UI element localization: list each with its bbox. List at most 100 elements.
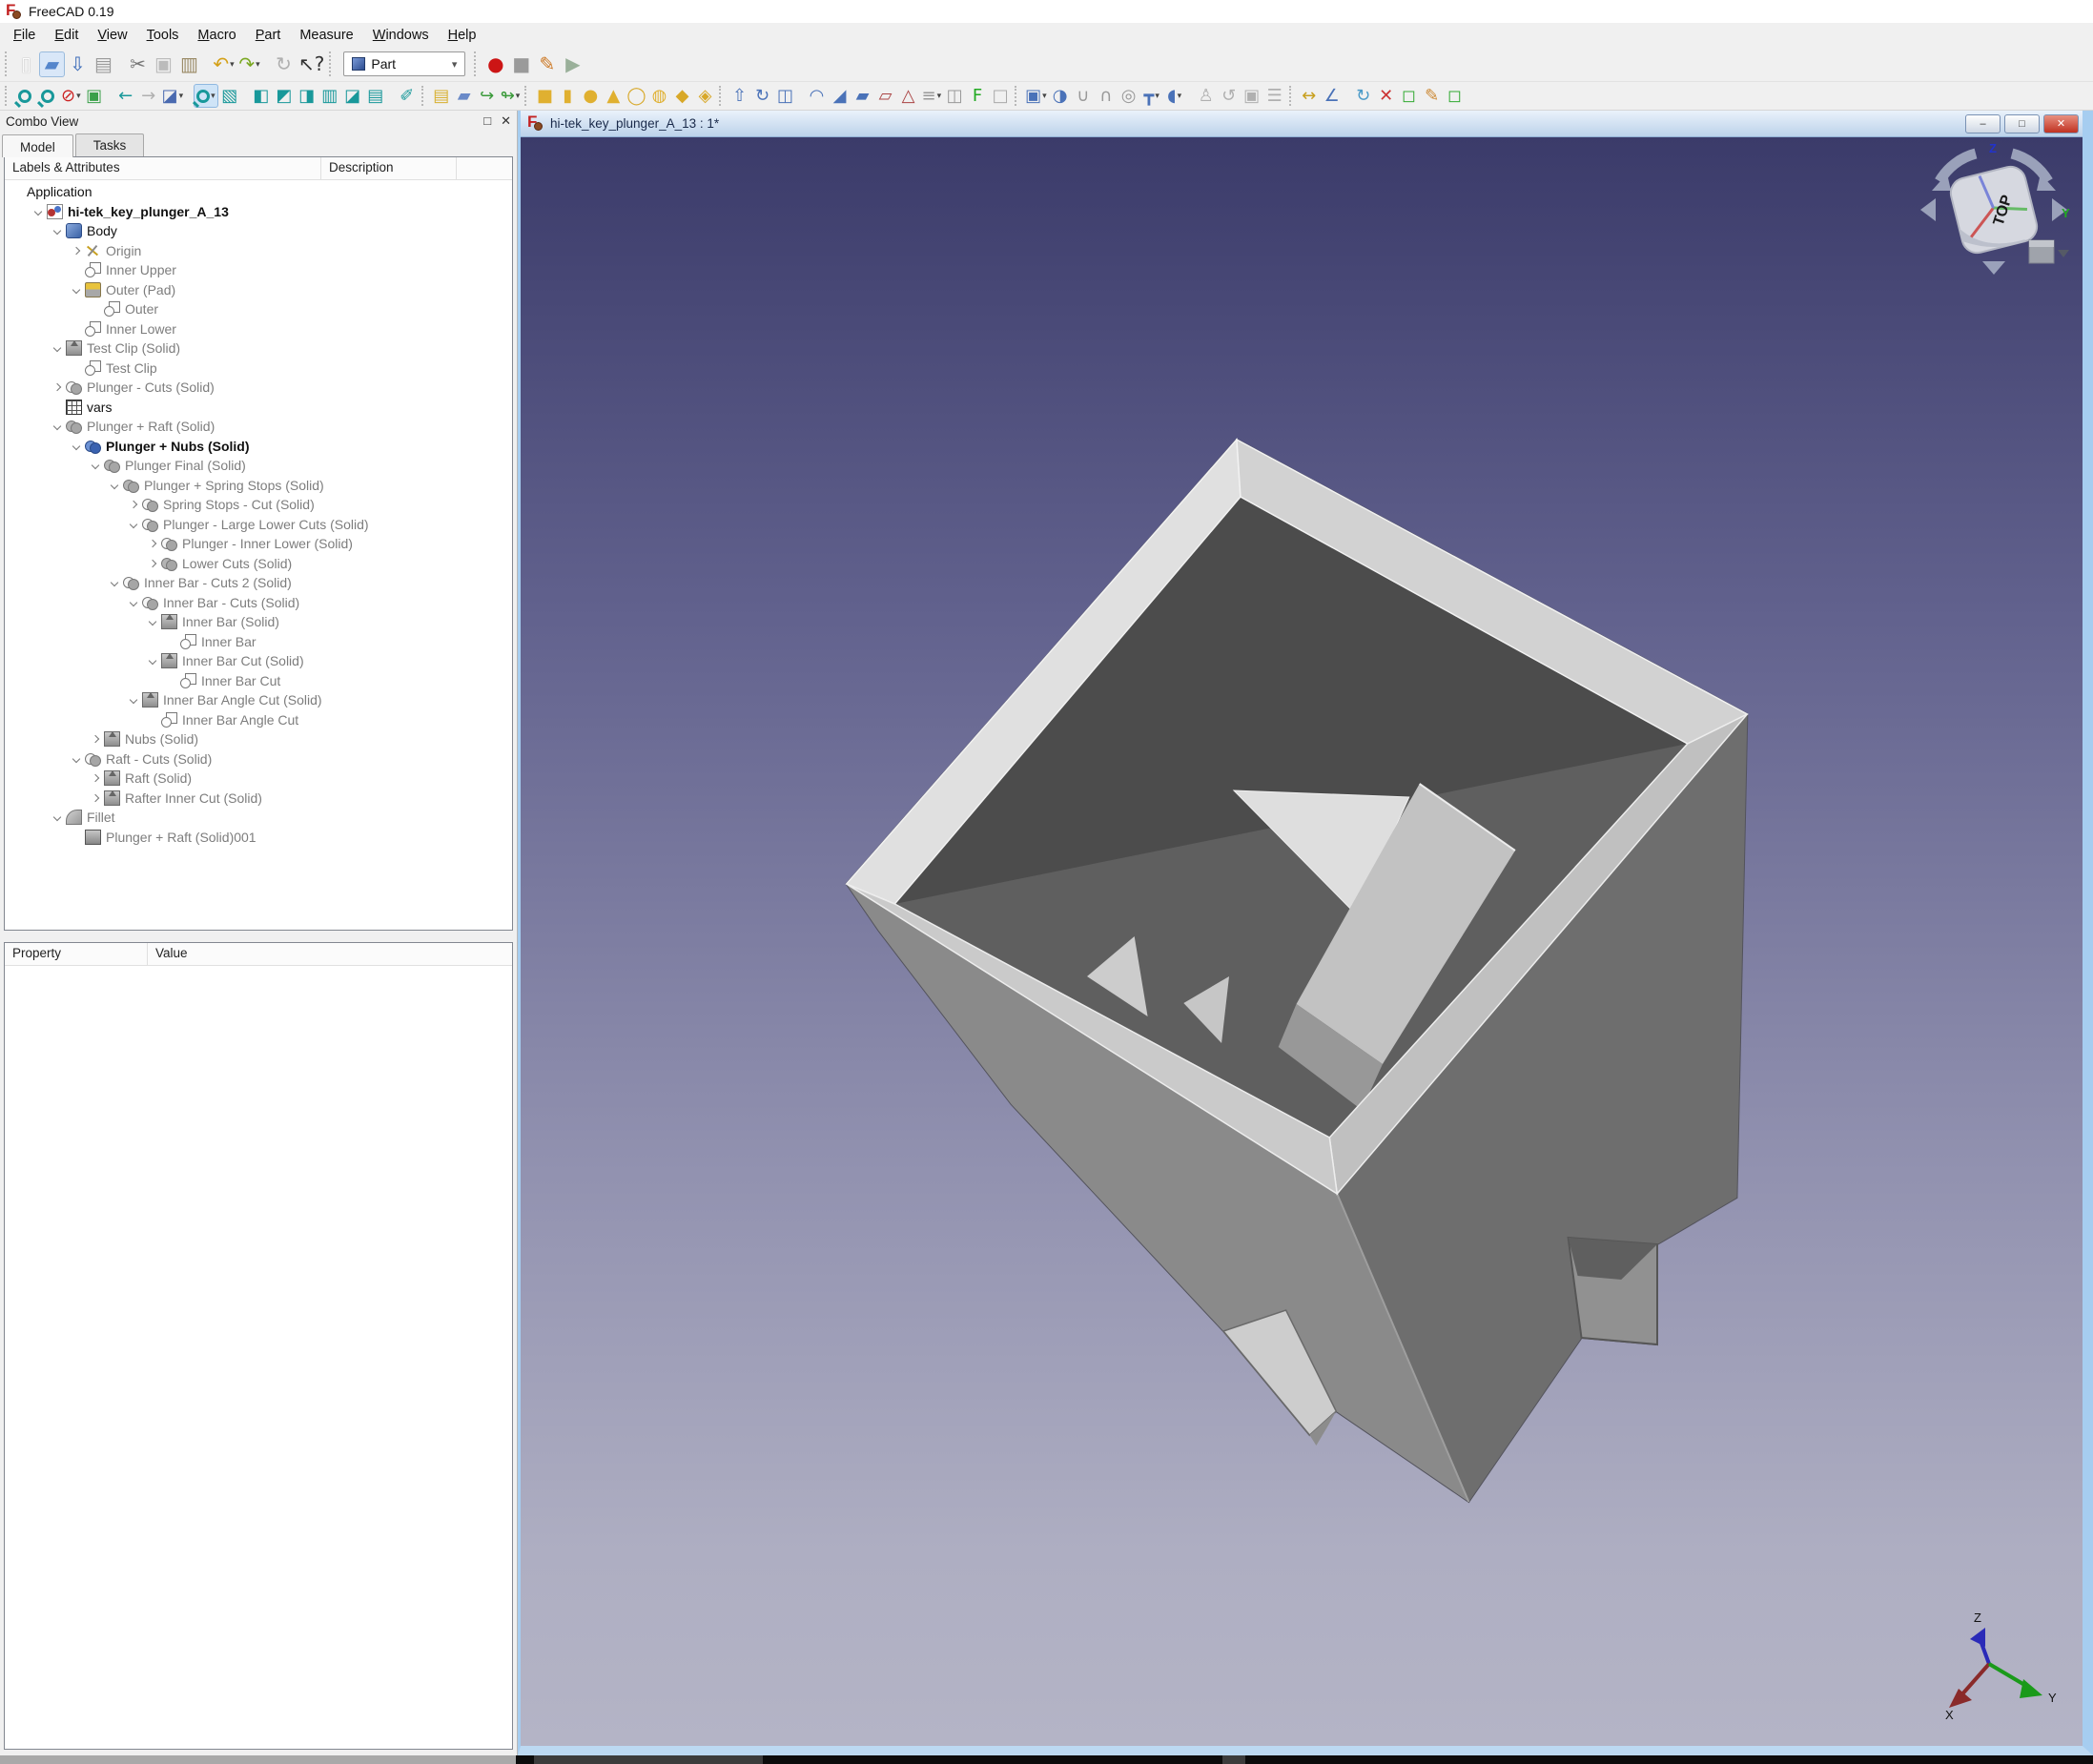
make-face-button[interactable]: ▰ [851, 84, 873, 108]
copy-button[interactable]: ▣ [151, 51, 176, 77]
collapse-icon[interactable] [110, 482, 117, 489]
macro-stop-button[interactable]: ■ [508, 51, 534, 77]
macro-edit-button[interactable]: ✎ [534, 51, 560, 77]
top-view-button[interactable]: ◩ [273, 84, 296, 108]
toolbar-handle[interactable] [1015, 86, 1020, 106]
tree-item[interactable]: Rafter Inner Cut (Solid) [5, 789, 512, 809]
menu-view[interactable]: View [88, 25, 136, 46]
chamfer-button[interactable]: ◢ [828, 84, 851, 108]
tree-item[interactable]: Outer (Pad) [5, 280, 512, 300]
tree-item[interactable]: Test Clip [5, 359, 512, 379]
clear-measurements-button[interactable]: ✕ [1375, 84, 1398, 108]
measure-linear-button[interactable]: ↔ [1298, 84, 1321, 108]
tree-item[interactable]: Inner Bar Angle Cut (Solid) [5, 690, 512, 710]
expand-icon[interactable] [148, 560, 155, 567]
collapse-icon[interactable] [72, 442, 79, 450]
menu-tools[interactable]: Tools [137, 25, 189, 46]
menu-edit[interactable]: Edit [45, 25, 88, 46]
undo-button[interactable]: ↶▾ [211, 51, 236, 77]
compound-tools-button[interactable]: ▣▾ [1023, 84, 1049, 108]
print-button[interactable]: ▤ [91, 51, 116, 77]
defeaturing-button[interactable]: ♙ [1195, 84, 1218, 108]
save-button[interactable]: ⇩ [65, 51, 91, 77]
make-link-button[interactable]: ↪ [476, 84, 499, 108]
zoom-button[interactable]: ▾ [194, 84, 218, 108]
3d-viewport[interactable]: TOP Z Y Z X Y [521, 137, 2083, 1746]
tree-item[interactable]: Inner Bar - Cuts 2 (Solid) [5, 573, 512, 593]
tree-item[interactable]: Lower Cuts (Solid) [5, 554, 512, 574]
tree-item[interactable]: Plunger + Raft (Solid) [5, 417, 512, 437]
restore-button[interactable]: □ [2004, 114, 2040, 133]
tree-item[interactable]: Inner Bar Cut (Solid) [5, 651, 512, 671]
tree-item[interactable]: Plunger - Inner Lower (Solid) [5, 534, 512, 554]
collapse-icon[interactable] [129, 599, 136, 606]
box-element-selection-button[interactable]: ▣ [83, 84, 106, 108]
front-view-button[interactable]: ◧ [250, 84, 273, 108]
expand-icon[interactable] [91, 774, 98, 782]
menu-macro[interactable]: Macro [188, 25, 245, 46]
toggle-all-measurements-button[interactable]: ◻ [1444, 84, 1467, 108]
open-document-button[interactable]: ▰ [39, 51, 65, 77]
tree-item[interactable]: Application [5, 182, 512, 202]
menu-help[interactable]: Help [439, 25, 486, 46]
tree-item[interactable]: Inner Bar (Solid) [5, 612, 512, 632]
revolve-button[interactable]: ↻ [750, 84, 773, 108]
cone-primitive-button[interactable]: ▲ [602, 84, 625, 108]
loft-button[interactable]: △ [896, 84, 919, 108]
paste-button[interactable]: ▥ [176, 51, 202, 77]
expand-icon[interactable] [52, 383, 60, 391]
extrude-button[interactable]: ⇧ [728, 84, 750, 108]
column-description[interactable]: Description [321, 157, 457, 179]
toggle-measurement-delta-button[interactable]: ✎ [1421, 84, 1444, 108]
tree-item[interactable]: Plunger + Spring Stops (Solid) [5, 476, 512, 496]
expand-icon[interactable] [148, 540, 155, 547]
slice-apart-button[interactable]: ☰ [1263, 84, 1286, 108]
torus-primitive-button[interactable]: ◯ [625, 84, 647, 108]
collapse-icon[interactable] [52, 422, 60, 430]
mirror-button[interactable]: ◫ [773, 84, 796, 108]
tree-item[interactable]: Plunger + Nubs (Solid) [5, 437, 512, 457]
toolbar-handle[interactable] [474, 51, 480, 77]
toolbar-handle[interactable] [329, 51, 335, 77]
collapse-icon[interactable] [52, 813, 60, 821]
tree-item[interactable]: Origin [5, 241, 512, 261]
fit-all-button[interactable] [13, 84, 36, 108]
tube-primitive-button[interactable]: ◍ [647, 84, 670, 108]
expand-icon[interactable] [91, 794, 98, 802]
collapse-icon[interactable] [91, 462, 98, 469]
panel-splitter[interactable] [0, 931, 517, 942]
tree-item[interactable]: Plunger - Large Lower Cuts (Solid) [5, 515, 512, 535]
expand-icon[interactable] [91, 735, 98, 743]
cylinder-primitive-button[interactable]: ▮ [556, 84, 579, 108]
right-view-button[interactable]: ◨ [296, 84, 318, 108]
expand-icon[interactable] [72, 247, 79, 255]
menu-file[interactable]: File [4, 25, 45, 46]
workbench-selector[interactable]: Part ▾ [343, 51, 465, 76]
draw-style-button[interactable]: ⊘▾ [59, 84, 83, 108]
refresh-button[interactable]: ↻ [271, 51, 297, 77]
create-primitives-button[interactable]: ◆ [670, 84, 693, 108]
minimize-button[interactable]: – [1965, 114, 2001, 133]
column-labels-attributes[interactable]: Labels & Attributes [5, 157, 321, 179]
tree-item[interactable]: Plunger + Raft (Solid)001 [5, 828, 512, 848]
tree-item[interactable]: Spring Stops - Cut (Solid) [5, 495, 512, 515]
navigate-back-button[interactable]: ← [114, 84, 137, 108]
menu-measure[interactable]: Measure [290, 25, 362, 46]
navigate-forward-button[interactable]: → [137, 84, 160, 108]
whats-this-button[interactable]: ↖? [297, 51, 326, 77]
left-view-button[interactable]: ▤ [364, 84, 387, 108]
navcube-menu-button[interactable] [2029, 240, 2069, 263]
collapse-icon[interactable] [52, 344, 60, 352]
tree-item[interactable]: Raft - Cuts (Solid) [5, 749, 512, 769]
measure-angular-button[interactable]: ∠ [1321, 84, 1344, 108]
tree-item[interactable]: Plunger - Cuts (Solid) [5, 378, 512, 398]
float-panel-button[interactable]: □ [483, 113, 491, 129]
fit-selection-button[interactable] [36, 84, 59, 108]
cut-boolean-button[interactable]: ◎ [1118, 84, 1140, 108]
boolean-operation-button[interactable]: ◑ [1049, 84, 1072, 108]
fillet-button[interactable]: ◠ [805, 84, 828, 108]
collapse-icon[interactable] [148, 657, 155, 665]
tree-item[interactable]: Plunger Final (Solid) [5, 456, 512, 476]
toolbar-handle[interactable] [1289, 86, 1295, 106]
navigation-cube[interactable]: TOP Z Y [1913, 141, 2075, 284]
